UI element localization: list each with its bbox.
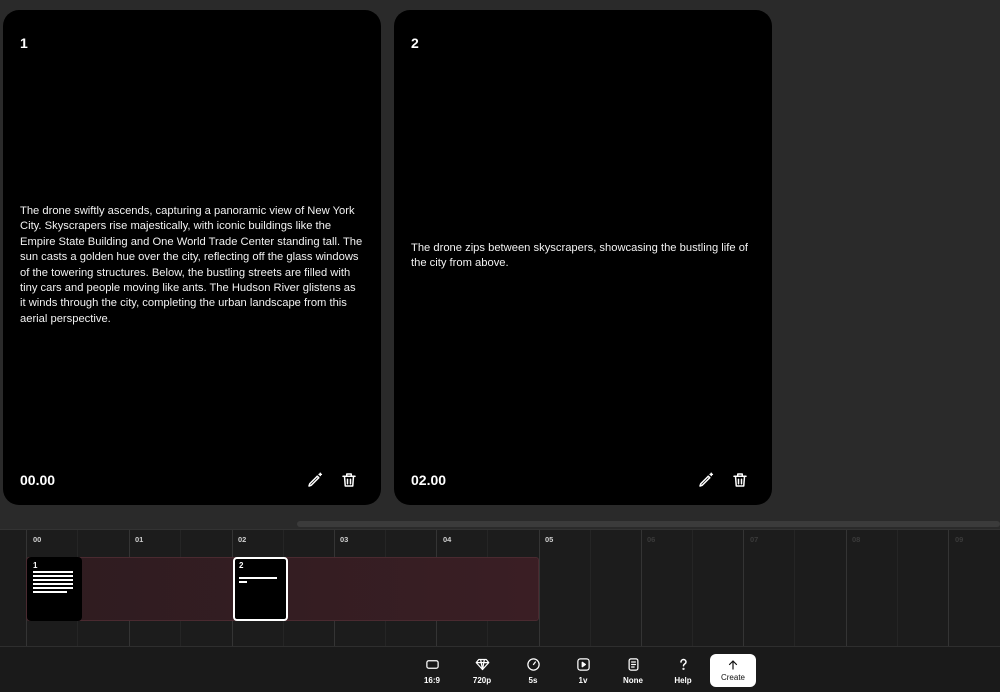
tick-line (846, 530, 847, 646)
scene-card-1[interactable]: 1 The drone swiftly ascends, capturing a… (3, 10, 381, 505)
scene-card-2[interactable]: 2 The drone zips between skyscrapers, sh… (394, 10, 772, 505)
aspect-ratio-icon (425, 660, 439, 669)
tick-label: 02 (238, 535, 247, 544)
document-icon (628, 658, 638, 671)
versions-button[interactable]: 1v (563, 657, 603, 685)
scene-timestamp: 02.00 (411, 472, 447, 488)
tick-line (539, 530, 540, 646)
timeline[interactable]: 00 01 02 03 04 05 06 07 08 09 1 2 (0, 529, 1000, 646)
clip-number: 2 (239, 561, 244, 570)
create-button[interactable]: Create (710, 654, 756, 687)
scene-description[interactable]: The drone zips between skyscrapers, show… (411, 241, 755, 272)
quality-label: 720p (472, 676, 492, 685)
tick-label: 08 (852, 535, 861, 544)
tick-label: 07 (750, 535, 759, 544)
tick-line (948, 530, 949, 646)
tick-label: 09 (955, 535, 964, 544)
scene-canvas: 1 The drone swiftly ascends, capturing a… (0, 0, 1000, 528)
magic-pen-icon[interactable] (305, 470, 325, 490)
horizontal-scrollbar[interactable] (297, 521, 1000, 527)
create-label: Create (720, 673, 745, 682)
scene-description[interactable]: The drone swiftly ascends, capturing a p… (20, 204, 364, 327)
scene-timestamp: 00.00 (20, 472, 56, 488)
tick-label: 01 (135, 535, 144, 544)
tick-label: 05 (545, 535, 554, 544)
play-square-icon (576, 658, 590, 671)
tick-line (794, 530, 795, 646)
help-label: Help (674, 676, 692, 685)
style-label: None (623, 676, 643, 685)
tick-line (897, 530, 898, 646)
versions-label: 1v (578, 676, 588, 685)
bottom-toolbar: 16:9 720p 5s 1v None Help Create (0, 646, 1000, 692)
tick-label: 00 (33, 535, 42, 544)
diamond-icon (475, 658, 489, 671)
trash-icon[interactable] (730, 470, 750, 490)
magic-pen-icon[interactable] (696, 470, 716, 490)
clip-thumbnail-2[interactable]: 2 (233, 557, 288, 621)
aspect-ratio-label: 16:9 (423, 676, 440, 685)
tick-label: 03 (340, 535, 349, 544)
tick-label: 06 (647, 535, 656, 544)
duration-label: 5s (528, 676, 538, 685)
scene-number: 2 (411, 35, 419, 51)
tick-line (590, 530, 591, 646)
tick-label: 04 (443, 535, 452, 544)
scene-number: 1 (20, 35, 28, 51)
trash-icon[interactable] (339, 470, 359, 490)
duration-button[interactable]: 5s (513, 657, 553, 685)
help-button[interactable]: Help (663, 657, 703, 685)
question-icon (679, 658, 687, 670)
text-lines-icon (33, 571, 73, 595)
clip-number: 1 (33, 561, 38, 570)
quality-button[interactable]: 720p (462, 657, 502, 685)
tick-line (743, 530, 744, 646)
aspect-ratio-button[interactable]: 16:9 (412, 657, 452, 685)
arrow-up-icon (728, 660, 738, 670)
timer-icon (526, 658, 540, 671)
tick-line (641, 530, 642, 646)
clip-thumbnail-1[interactable]: 1 (27, 557, 82, 621)
text-lines-icon (239, 577, 277, 585)
style-button[interactable]: None (613, 657, 653, 685)
tick-line (692, 530, 693, 646)
timeline-ruler: 00 01 02 03 04 05 06 07 08 09 (0, 530, 1000, 646)
